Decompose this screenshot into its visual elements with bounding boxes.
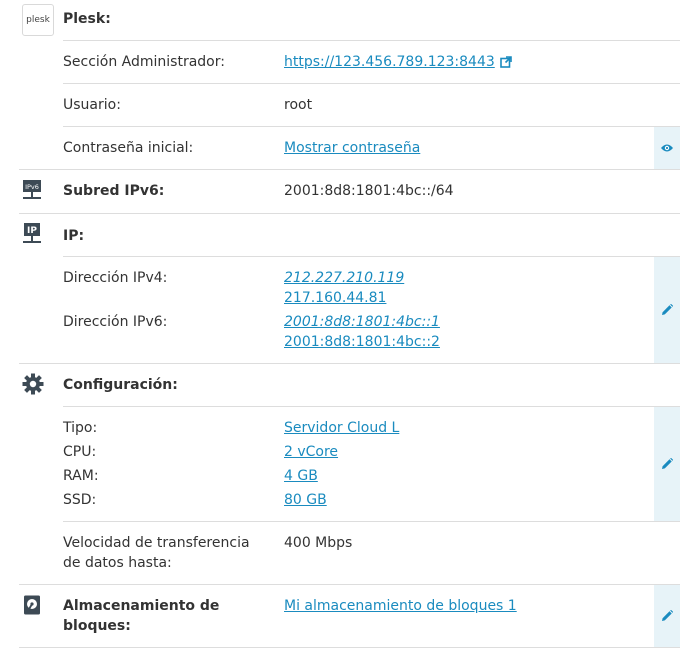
plesk-logo: plesk	[22, 4, 54, 36]
show-password-button[interactable]	[654, 127, 680, 169]
password-label: Contraseña inicial:	[63, 140, 194, 156]
edit-ip-button[interactable]	[654, 257, 680, 363]
divider	[19, 213, 680, 214]
block-storage-label: Almacenamiento de	[63, 598, 220, 614]
admin-section-label: Sección Administrador:	[63, 54, 225, 70]
edit-config-button[interactable]	[654, 407, 680, 521]
type-value-link[interactable]: Servidor Cloud L	[284, 420, 399, 436]
cpu-value-link[interactable]: 2 vCore	[284, 444, 338, 460]
divider	[63, 406, 680, 407]
eye-icon	[660, 143, 674, 153]
ipv6-address-primary[interactable]: 2001:8d8:1801:4bc::1	[284, 314, 440, 330]
external-link-icon[interactable]	[499, 56, 512, 68]
pencil-icon	[661, 610, 673, 622]
divider	[63, 521, 680, 522]
user-label: Usuario:	[63, 97, 121, 113]
subnet-ipv6-label: Subred IPv6:	[63, 183, 165, 199]
cpu-label: CPU:	[63, 444, 97, 460]
subnet-ipv6-value: 2001:8d8:1801:4bc::/64	[284, 183, 454, 199]
ipv6-address-secondary[interactable]: 2001:8d8:1801:4bc::2	[284, 334, 440, 350]
ram-value-link[interactable]: 4 GB	[284, 468, 318, 484]
svg-text:IPv6: IPv6	[25, 183, 39, 191]
edit-storage-button[interactable]	[654, 585, 680, 647]
pencil-icon	[661, 304, 673, 316]
plesk-title: Plesk:	[63, 11, 111, 27]
transfer-speed-label: Velocidad de transferencia	[63, 535, 250, 551]
type-label: Tipo:	[63, 420, 98, 436]
block-storage-link[interactable]: Mi almacenamiento de bloques 1	[284, 598, 517, 614]
block-storage-label-cont: bloques:	[63, 618, 131, 634]
storage-disk-icon	[23, 595, 41, 615]
transfer-speed-value: 400 Mbps	[284, 535, 353, 551]
admin-url-link[interactable]: https://123.456.789.123:8443	[284, 54, 495, 70]
ssd-value-link[interactable]: 80 GB	[284, 492, 327, 508]
show-password-link[interactable]: Mostrar contraseña	[284, 140, 420, 156]
divider	[63, 40, 680, 41]
divider	[63, 126, 680, 127]
gear-icon	[22, 373, 44, 395]
config-title: Configuración:	[63, 377, 178, 393]
admin-link-group: https://123.456.789.123:8443	[284, 54, 512, 70]
pencil-icon	[661, 458, 673, 470]
ip-title: IP:	[63, 228, 85, 244]
ipv4-label: Dirección IPv4:	[63, 270, 168, 286]
ram-label: RAM:	[63, 468, 99, 484]
divider	[19, 647, 680, 648]
network-ip-icon: IP	[22, 223, 42, 245]
divider	[19, 363, 680, 364]
ipv4-address-secondary[interactable]: 217.160.44.81	[284, 290, 386, 306]
svg-text:IP: IP	[27, 226, 37, 236]
divider	[19, 584, 680, 585]
ipv6-label: Dirección IPv6:	[63, 314, 168, 330]
divider	[63, 83, 680, 84]
divider	[19, 169, 680, 170]
divider	[63, 256, 680, 257]
transfer-speed-label-cont: de datos hasta:	[63, 555, 172, 571]
ipv4-address-primary[interactable]: 212.227.210.119	[284, 270, 404, 286]
user-value: root	[284, 97, 313, 113]
ssd-label: SSD:	[63, 492, 97, 508]
network-ipv6-icon: IPv6	[22, 180, 42, 202]
